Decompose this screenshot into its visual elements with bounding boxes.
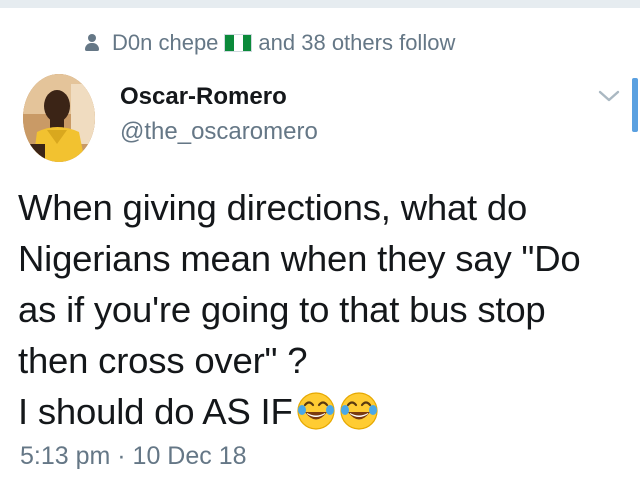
avatar[interactable] [23,74,95,162]
tweet-line: then cross over" ? [18,340,308,381]
tweet-line: as if you're going to that bus stop [18,289,546,330]
social-context[interactable]: D0n chepe and 38 others follow [84,30,455,56]
person-icon [84,34,100,52]
scrollbar-thumb[interactable] [632,78,638,132]
tweet-line: When giving directions, what do [18,187,528,228]
tweet-line-last: I should do AS IF [18,386,628,437]
author-display-name[interactable]: Oscar-Romero [120,80,318,114]
social-context-suffix: and 38 others follow [258,30,456,55]
tweet-line: Nigerians mean when they say "Do [18,238,581,279]
top-divider [0,0,640,8]
author-block[interactable]: Oscar-Romero @the_oscaromero [120,80,318,150]
tweet-timestamp[interactable]: 5:13 pm · 10 Dec 18 [20,442,247,471]
nigeria-flag-icon [224,34,253,52]
face-with-tears-of-joy-icon [296,391,336,431]
chevron-down-icon[interactable] [596,86,622,106]
face-with-tears-of-joy-icon [339,391,379,431]
tweet-text: When giving directions, what do Nigerian… [18,182,628,437]
social-context-user[interactable]: D0n chepe [112,30,218,56]
author-handle[interactable]: @the_oscaromero [120,114,318,150]
tweet-line: I should do AS IF [18,391,293,432]
